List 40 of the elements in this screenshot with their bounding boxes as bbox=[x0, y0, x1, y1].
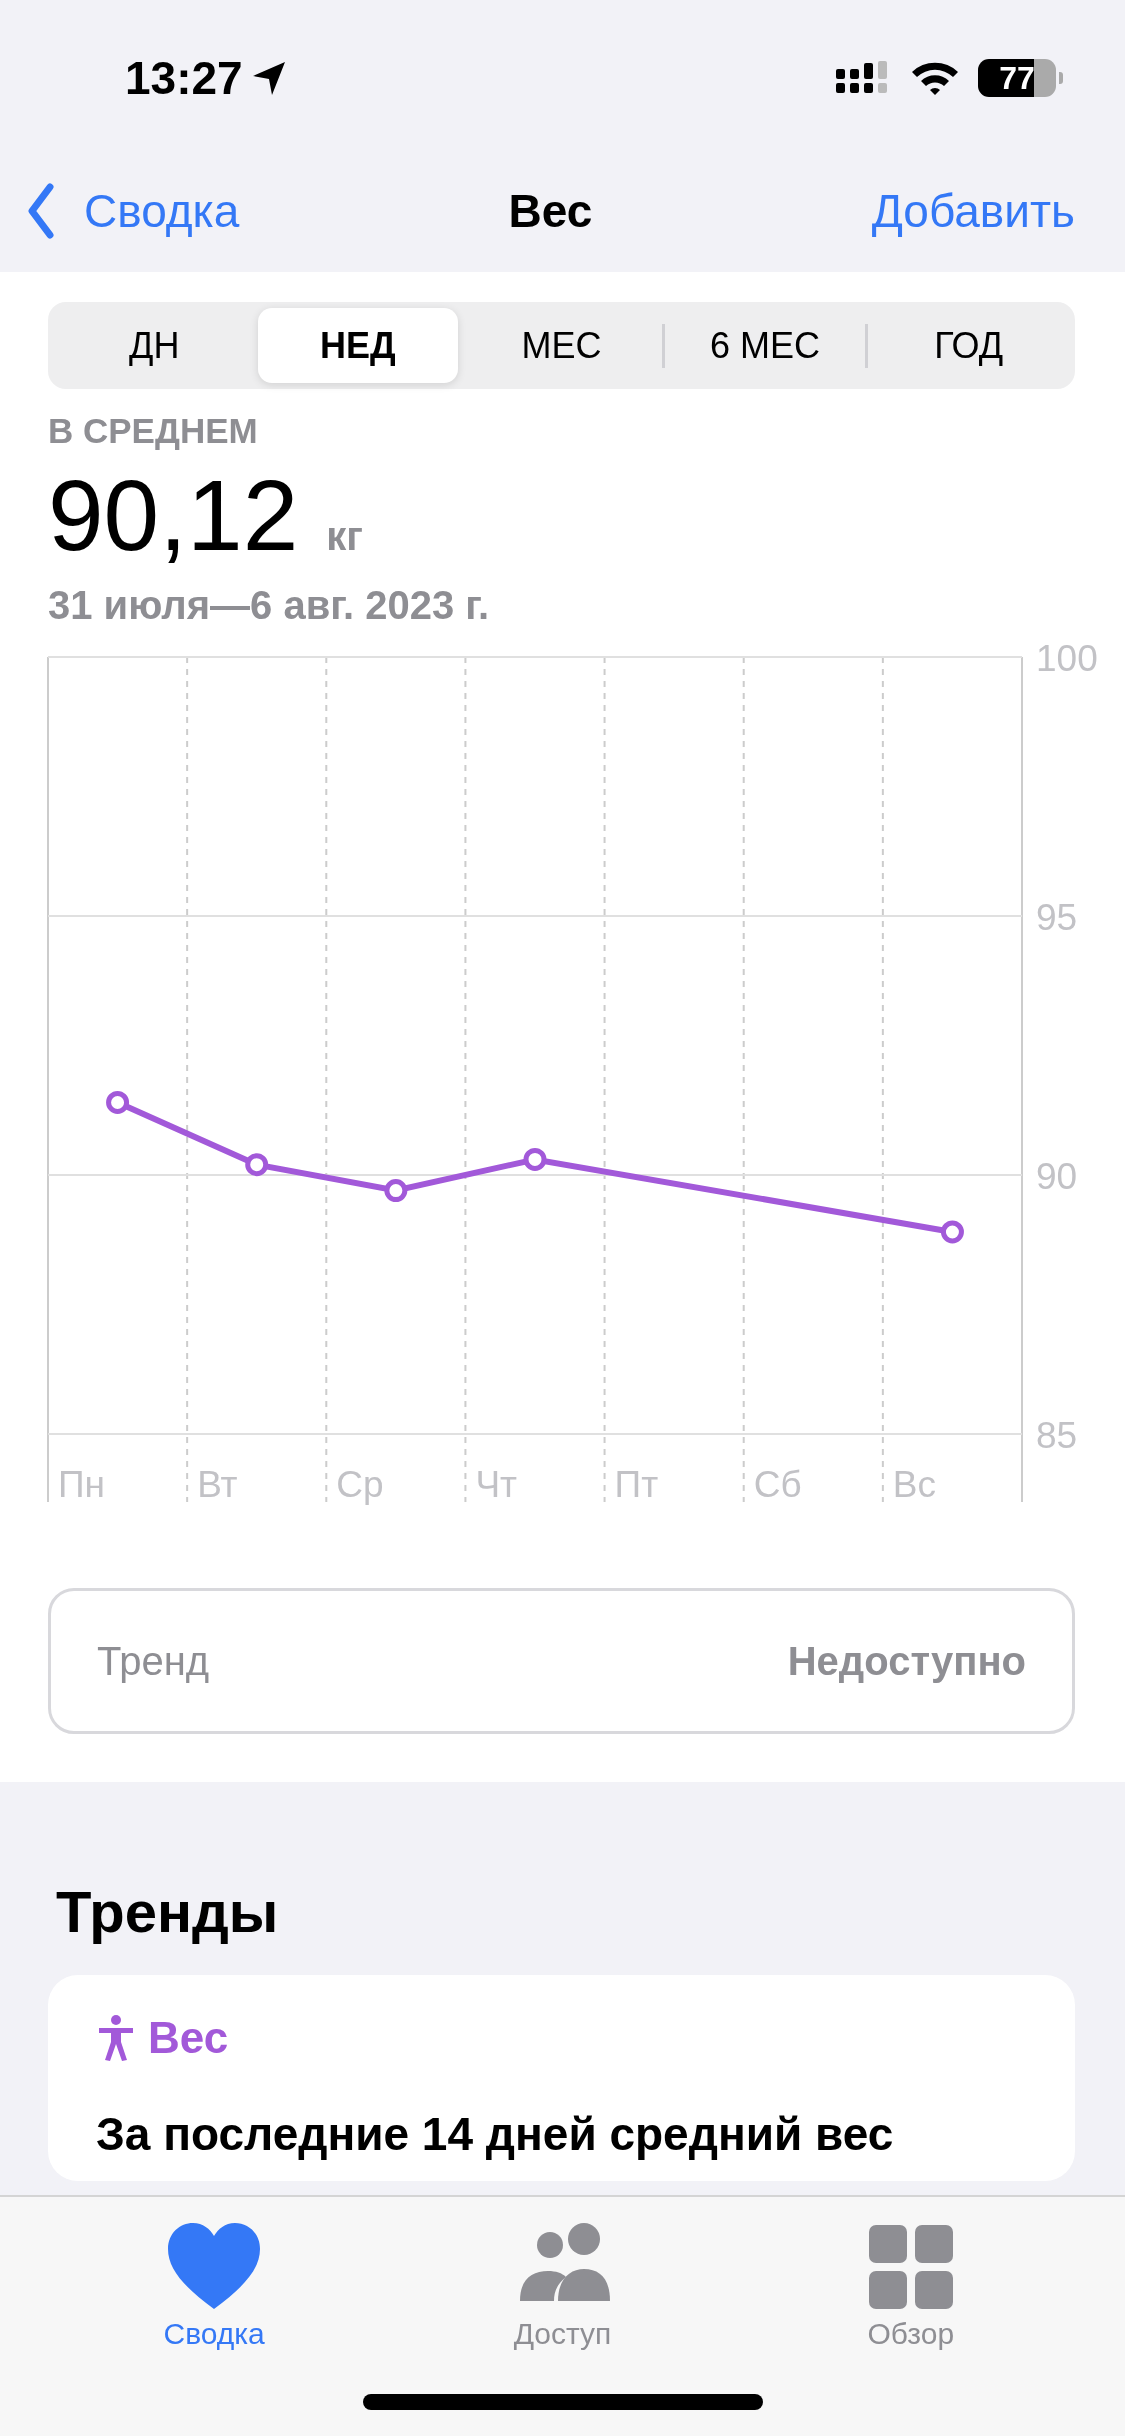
segment-tab[interactable]: НЕД bbox=[257, 308, 459, 383]
category-label: Вес bbox=[148, 2013, 229, 2063]
chevron-left-icon bbox=[26, 183, 56, 239]
data-point bbox=[523, 1147, 547, 1171]
segment-tab[interactable]: МЕС bbox=[461, 308, 662, 383]
trend-card[interactable]: Вес За последние 14 дней средний вес bbox=[48, 1975, 1075, 2181]
average-label: В СРЕДНЕМ bbox=[48, 411, 259, 451]
data-point bbox=[384, 1179, 408, 1203]
figure-icon bbox=[96, 2014, 136, 2062]
average-value: 90,12 bbox=[48, 465, 299, 565]
y-axis-label: 85 bbox=[1036, 1415, 1078, 1456]
data-point bbox=[245, 1153, 269, 1177]
x-axis-label: Пт bbox=[614, 1464, 659, 1505]
y-axis-label: 95 bbox=[1036, 897, 1078, 938]
date-range: 31 июля—6 авг. 2023 г. bbox=[48, 583, 491, 628]
back-button[interactable]: Сводка bbox=[26, 183, 509, 239]
x-axis-label: Вт bbox=[197, 1464, 238, 1505]
data-point bbox=[106, 1091, 130, 1114]
nav-title: Вес bbox=[508, 184, 593, 238]
add-button[interactable]: Добавить bbox=[592, 184, 1075, 238]
segment-tab[interactable]: 6 МЕС bbox=[664, 308, 866, 383]
y-axis-label: 100 bbox=[1036, 642, 1098, 679]
segment-tab[interactable]: ГОД bbox=[868, 308, 1069, 383]
x-axis-label: Сб bbox=[753, 1464, 802, 1505]
unit-label: кг bbox=[326, 514, 363, 559]
wifi-icon bbox=[910, 60, 960, 96]
status-time: 13:27 bbox=[125, 51, 243, 105]
battery-indicator: 77 bbox=[978, 59, 1056, 97]
section-heading: Тренды bbox=[56, 1878, 280, 1945]
trend-text: За последние 14 дней средний вес bbox=[96, 2107, 895, 2161]
x-axis-label: Пн bbox=[58, 1464, 106, 1505]
segment-tab[interactable]: ДН bbox=[54, 308, 255, 383]
x-axis-label: Чт bbox=[475, 1464, 518, 1505]
data-point bbox=[940, 1220, 964, 1244]
y-axis-label: 90 bbox=[1036, 1156, 1078, 1197]
x-axis-label: Вс bbox=[892, 1464, 937, 1505]
tab-bar-item[interactable]: Сводка bbox=[124, 2197, 305, 2351]
x-axis-label: Ср bbox=[336, 1464, 384, 1505]
trend-value: Недоступно bbox=[787, 1638, 1026, 1684]
trend-label: Тренд bbox=[97, 1638, 210, 1684]
